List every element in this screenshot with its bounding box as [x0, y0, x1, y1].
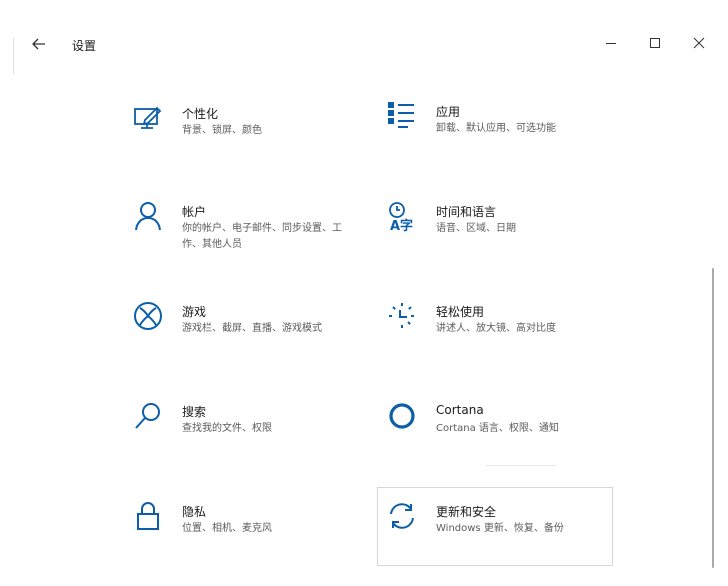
maximize-icon — [646, 34, 664, 52]
apps-icon — [386, 100, 418, 132]
tile-title: 更新和安全 — [436, 505, 497, 519]
tile-description: Cortana 语言、权限、通知 — [436, 423, 559, 434]
divider — [486, 465, 556, 466]
tile-description: 位置、相机、麦克风 — [182, 523, 272, 534]
tile-description: 背景、锁屏、颜色 — [182, 125, 262, 136]
update-sync-icon — [386, 500, 418, 532]
tile-title: 应用 — [436, 105, 461, 119]
settings-tile-time-language[interactable]: A字 时间和语言 语音、区域、日期 — [386, 200, 616, 276]
tile-description: 你的帐户、电子邮件、同步设置、工作、其他人员 — [182, 223, 342, 250]
settings-tile-accounts[interactable]: 帐户 你的帐户、电子邮件、同步设置、工作、其他人员 — [132, 200, 362, 276]
tile-description: 讲述人、放大镜、高对比度 — [436, 323, 556, 334]
close-icon — [690, 34, 708, 52]
gaming-icon — [132, 300, 164, 332]
settings-tile-search[interactable]: 搜索 查找我的文件、权限 — [132, 400, 362, 476]
search-icon — [132, 400, 164, 432]
title-bar: 设置 — [0, 0, 728, 60]
tile-description: 游戏栏、截屏、直播、游戏模式 — [182, 323, 322, 334]
account-icon — [132, 200, 164, 232]
cortana-icon — [386, 400, 418, 432]
minimize-icon — [602, 34, 620, 52]
settings-tile-privacy[interactable]: 隐私 位置、相机、麦克风 — [132, 500, 362, 576]
window-title: 设置 — [72, 39, 97, 53]
settings-tile-apps[interactable]: 应用 卸载、默认应用、可选功能 — [386, 100, 616, 176]
tile-title: 轻松使用 — [436, 305, 485, 319]
settings-tile-gaming[interactable]: 游戏 游戏栏、截屏、直播、游戏模式 — [132, 300, 362, 376]
ease-of-access-icon — [386, 300, 418, 332]
settings-tile-update-security[interactable]: 更新和安全 Windows 更新、恢复、备份 — [386, 500, 616, 576]
tile-title: 时间和语言 — [436, 205, 497, 219]
tile-description: Windows 更新、恢复、备份 — [436, 523, 564, 534]
tile-description: 语音、区域、日期 — [436, 223, 516, 234]
tile-title: 搜索 — [182, 405, 207, 419]
settings-tile-personalization[interactable]: 个性化 背景、锁屏、颜色 — [132, 102, 362, 178]
time-language-icon: A字 — [386, 200, 418, 232]
tile-title: 游戏 — [182, 305, 207, 319]
close-button[interactable] — [690, 34, 708, 52]
tile-description: 卸载、默认应用、可选功能 — [436, 123, 556, 134]
back-button[interactable] — [30, 35, 48, 53]
svg-text:A字: A字 — [390, 218, 413, 232]
tile-title: Cortana — [436, 403, 484, 417]
maximize-button[interactable] — [646, 34, 664, 52]
back-arrow-icon — [30, 35, 48, 53]
settings-tile-ease-of-access[interactable]: 轻松使用 讲述人、放大镜、高对比度 — [386, 300, 616, 376]
tile-title: 个性化 — [182, 107, 219, 121]
tile-title: 隐私 — [182, 505, 207, 519]
minimize-button[interactable] — [602, 34, 620, 52]
tile-title: 帐户 — [182, 205, 207, 219]
tile-description: 查找我的文件、权限 — [182, 423, 272, 434]
personalization-icon — [132, 102, 164, 134]
vertical-scrollbar[interactable] — [712, 268, 714, 568]
privacy-lock-icon — [132, 500, 164, 532]
